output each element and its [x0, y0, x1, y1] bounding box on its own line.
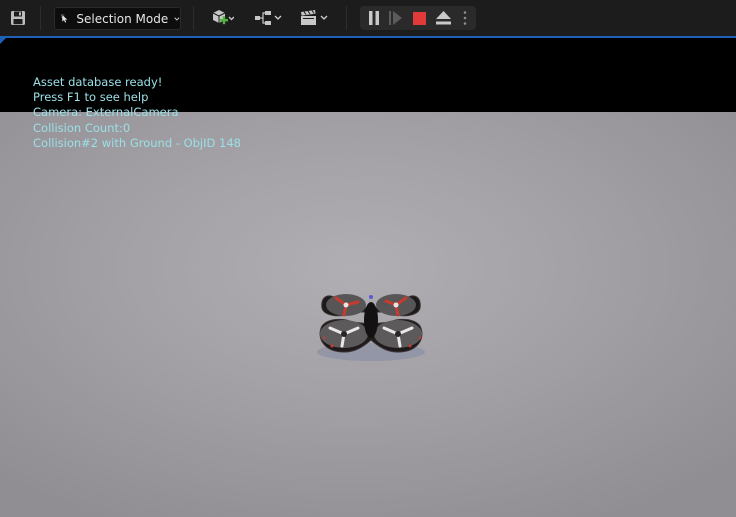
stop-icon	[412, 11, 426, 25]
save-button[interactable]	[8, 8, 28, 28]
hud-log: Asset database ready! Press F1 to see he…	[33, 75, 241, 151]
add-actor-icon	[212, 10, 234, 25]
chevron-down-icon	[174, 16, 180, 21]
cinematics-button[interactable]	[298, 8, 332, 28]
toolbar-separator	[40, 6, 41, 30]
advance-frame-button[interactable]	[387, 9, 405, 27]
hud-line: Collision Count:0	[33, 120, 131, 135]
eject-button[interactable]	[434, 9, 452, 27]
hud-line: Asset database ready!	[33, 75, 163, 89]
more-options-button[interactable]	[459, 9, 471, 27]
add-actor-button[interactable]	[205, 8, 239, 28]
advance-frame-icon	[389, 11, 402, 25]
selection-mode-dropdown[interactable]: Selection Mode	[54, 7, 181, 30]
pause-icon	[369, 11, 379, 25]
eject-icon	[435, 11, 451, 25]
more-vertical-icon	[463, 11, 467, 25]
hud-line: Press F1 to see help	[33, 90, 149, 105]
selection-mode-label: Selection Mode	[76, 11, 169, 26]
play-controls	[360, 6, 476, 30]
save-icon	[11, 11, 25, 25]
viewport-corner-marker	[0, 38, 6, 44]
blueprint-icon	[255, 11, 282, 25]
stop-button[interactable]	[410, 9, 428, 27]
blueprint-button[interactable]	[252, 8, 286, 28]
hud-line: Collision#2 with Ground - ObjID 148	[33, 135, 241, 150]
hud-line: Camera: ExternalCamera	[33, 105, 179, 120]
cursor-select-icon	[61, 14, 68, 23]
quadcopter-drone[interactable]	[310, 288, 432, 368]
toolbar-separator	[346, 6, 347, 30]
clapperboard-icon	[301, 10, 328, 25]
pause-button[interactable]	[365, 9, 383, 27]
toolbar-separator	[193, 6, 194, 30]
editor-toolbar: Selection Mode	[0, 0, 736, 37]
